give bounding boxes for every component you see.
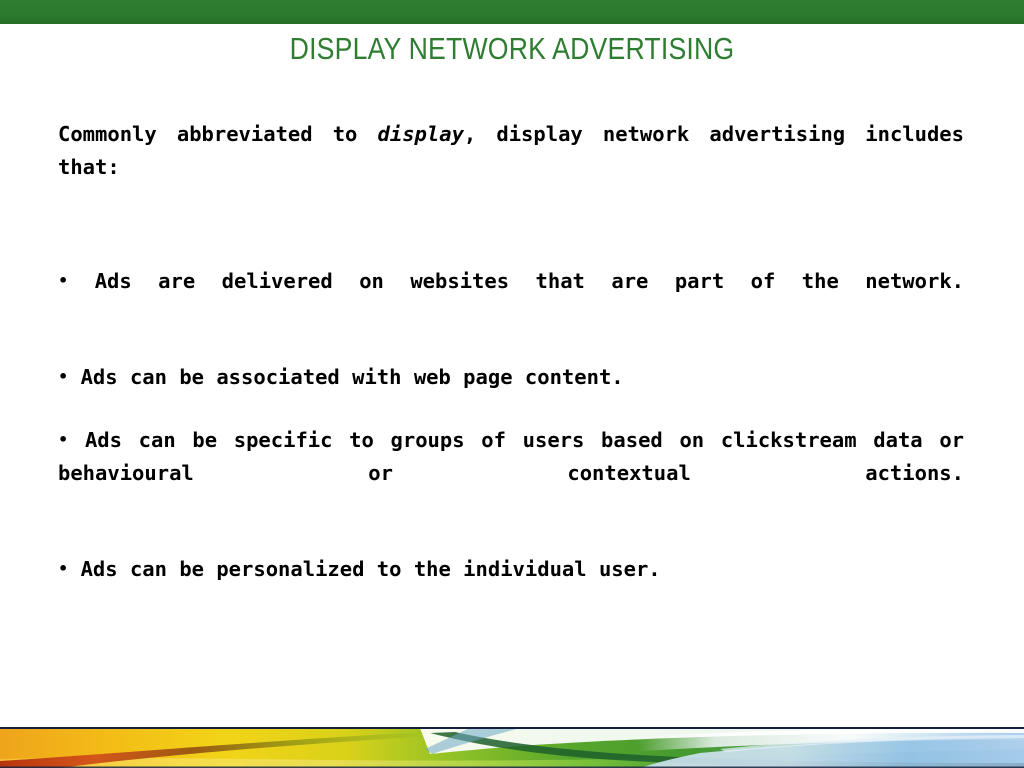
- intro-emphasis-word: display: [377, 122, 464, 146]
- bullet-icon: •: [58, 559, 69, 578]
- footer-decoration: [0, 727, 1024, 768]
- intro-lead-text: Commonly abbreviated to: [58, 122, 378, 146]
- list-item: • Ads are delivered on websites that are…: [58, 264, 964, 331]
- list-item-text: Ads can be personalized to the individua…: [80, 557, 661, 581]
- bullet-icon: •: [58, 271, 69, 290]
- list-item-text: Ads are delivered on websites that are p…: [94, 269, 965, 293]
- page-title: DISPLAY NETWORK ADVERTISING: [289, 31, 735, 66]
- list-item: • Ads can be associated with web page co…: [58, 360, 964, 394]
- title-container: DISPLAY NETWORK ADVERTISING: [0, 26, 1024, 72]
- intro-paragraph: Commonly abbreviated to display, display…: [58, 118, 964, 217]
- slide: DISPLAY NETWORK ADVERTISING Commonly abb…: [0, 0, 1024, 768]
- bullet-icon: •: [58, 430, 69, 449]
- list-item: • Ads can be personalized to the individ…: [58, 552, 964, 586]
- list-item: • Ads can be specific to groups of users…: [58, 423, 964, 523]
- slide-body: Commonly abbreviated to display, display…: [58, 118, 964, 586]
- top-green-band: [0, 0, 1024, 24]
- list-item-text: Ads can be associated with web page cont…: [80, 365, 624, 389]
- list-item-text: Ads can be specific to groups of users b…: [58, 428, 965, 485]
- bullet-icon: •: [58, 367, 69, 386]
- footer-top-edge: [0, 727, 1024, 729]
